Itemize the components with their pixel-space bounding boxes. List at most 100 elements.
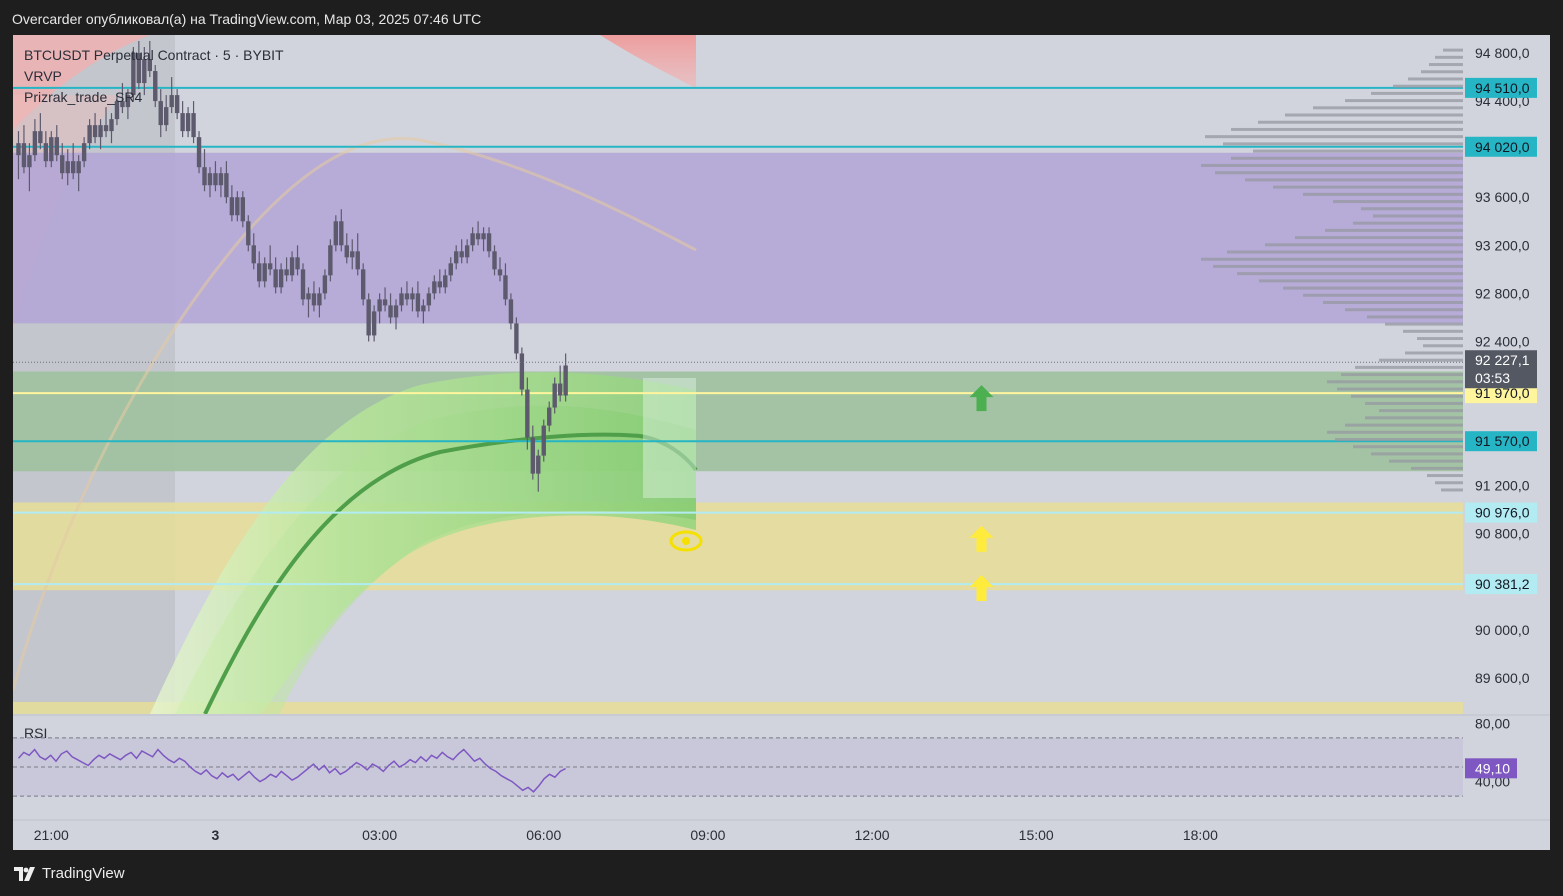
volume-bar: [1273, 185, 1463, 189]
candle-body: [563, 365, 568, 396]
rsi-legend[interactable]: RSI: [24, 725, 47, 741]
candle: [514, 317, 519, 360]
volume-bar: [1333, 200, 1463, 204]
level-badge-label: 90 976,0: [1475, 505, 1530, 521]
volume-bar: [1371, 91, 1463, 95]
volume-bar: [1303, 293, 1463, 297]
price-tick-label: 93 600,0: [1475, 189, 1530, 205]
tradingview-brand[interactable]: TradingView: [14, 865, 125, 882]
candle-body: [393, 305, 399, 318]
rsi-tick-label: 80,00: [1475, 715, 1510, 731]
candle-body: [235, 197, 240, 216]
volume-bar: [1201, 257, 1463, 261]
volume-bar: [1371, 452, 1463, 456]
volume-bar: [1379, 358, 1463, 362]
candle-body: [459, 251, 464, 258]
candle-body: [262, 263, 267, 282]
countdown-label: 03:53: [1475, 370, 1510, 386]
volume-bar: [1337, 387, 1463, 391]
candle-body: [486, 233, 492, 252]
level-badge-label: 90 381,2: [1475, 576, 1530, 592]
candle: [300, 263, 306, 306]
legend-indicator-vrvp[interactable]: VRVP: [24, 66, 284, 87]
candle-body: [557, 383, 563, 396]
candle-body: [267, 263, 273, 270]
brand-name: TradingView: [42, 865, 125, 882]
candle-body: [437, 281, 442, 288]
volume-bar: [1441, 488, 1463, 492]
candle-body: [525, 389, 530, 438]
volume-bar: [1405, 351, 1463, 355]
candle-body: [432, 281, 437, 294]
candle-body: [333, 221, 339, 246]
volume-bar: [1365, 416, 1463, 420]
candle-body: [27, 155, 32, 168]
volume-bar: [1427, 474, 1463, 478]
candle-body: [21, 143, 27, 168]
time-tick-label: 06:00: [526, 827, 561, 843]
candle-body: [404, 293, 410, 300]
volume-bar: [1385, 322, 1463, 326]
volume-bar: [1379, 409, 1463, 413]
volume-bar: [1351, 394, 1463, 398]
candle-body: [251, 245, 256, 264]
price-tick-label: 94 800,0: [1475, 45, 1530, 61]
candle-body: [218, 173, 224, 186]
volume-bar: [1423, 344, 1463, 348]
candle-body: [426, 293, 432, 306]
volume-bar: [1215, 171, 1463, 175]
volume-bar: [1231, 127, 1463, 131]
candle-body: [54, 137, 59, 156]
candle-body: [514, 323, 519, 354]
candle-body: [311, 293, 317, 306]
volume-bar: [1421, 70, 1463, 74]
candle-body: [196, 137, 202, 168]
volume-bar: [1373, 214, 1463, 218]
candle-body: [284, 269, 289, 276]
candle-body: [103, 125, 109, 132]
time-tick-label: 12:00: [855, 827, 890, 843]
legend-symbol[interactable]: BTCUSDT Perpetual Contract · 5 · BYBIT: [24, 45, 284, 66]
candle-body: [32, 131, 38, 156]
candle-body: [547, 407, 552, 426]
chart-canvas[interactable]: 94 800,094 400,093 600,093 200,092 800,0…: [0, 0, 1563, 896]
candle-body: [224, 173, 229, 198]
rsi-pane[interactable]: [13, 737, 1463, 797]
candle-body: [344, 245, 349, 258]
volume-bar: [1353, 445, 1463, 449]
volume-bar: [1201, 163, 1463, 167]
volume-bar: [1408, 77, 1463, 81]
candle-body: [355, 251, 360, 270]
candle-body: [317, 293, 322, 306]
volume-bar: [1429, 63, 1463, 67]
candle-body: [300, 269, 306, 300]
volume-bar: [1345, 423, 1463, 427]
candle-body: [475, 233, 481, 240]
volume-bar: [1327, 380, 1463, 384]
candle-body: [60, 155, 65, 174]
candle-body: [421, 305, 426, 312]
volume-bar: [1237, 272, 1463, 276]
candle-body: [552, 383, 557, 408]
time-tick-label: 03:00: [362, 827, 397, 843]
candle-body: [76, 161, 81, 174]
volume-bar: [1403, 329, 1463, 333]
candle-body: [328, 245, 333, 276]
volume-bar: [1295, 236, 1463, 240]
candle: [360, 263, 366, 306]
time-tick-label: 15:00: [1019, 827, 1054, 843]
price-tick-label: 91 200,0: [1475, 478, 1530, 494]
volume-bar: [1265, 243, 1463, 247]
legend-indicator-sr4[interactable]: Prizrak_trade_SR4: [24, 87, 284, 108]
candle-body: [530, 437, 536, 474]
candle-body: [180, 113, 185, 132]
price-tick-label: 90 000,0: [1475, 622, 1530, 638]
candle-body: [202, 167, 207, 186]
candle-body: [322, 275, 328, 294]
candle-body: [410, 293, 415, 300]
volume-bar: [1303, 192, 1463, 196]
candle: [366, 293, 371, 342]
candle-body: [536, 455, 541, 474]
candle-body: [92, 125, 98, 138]
volume-bar: [1283, 286, 1463, 290]
